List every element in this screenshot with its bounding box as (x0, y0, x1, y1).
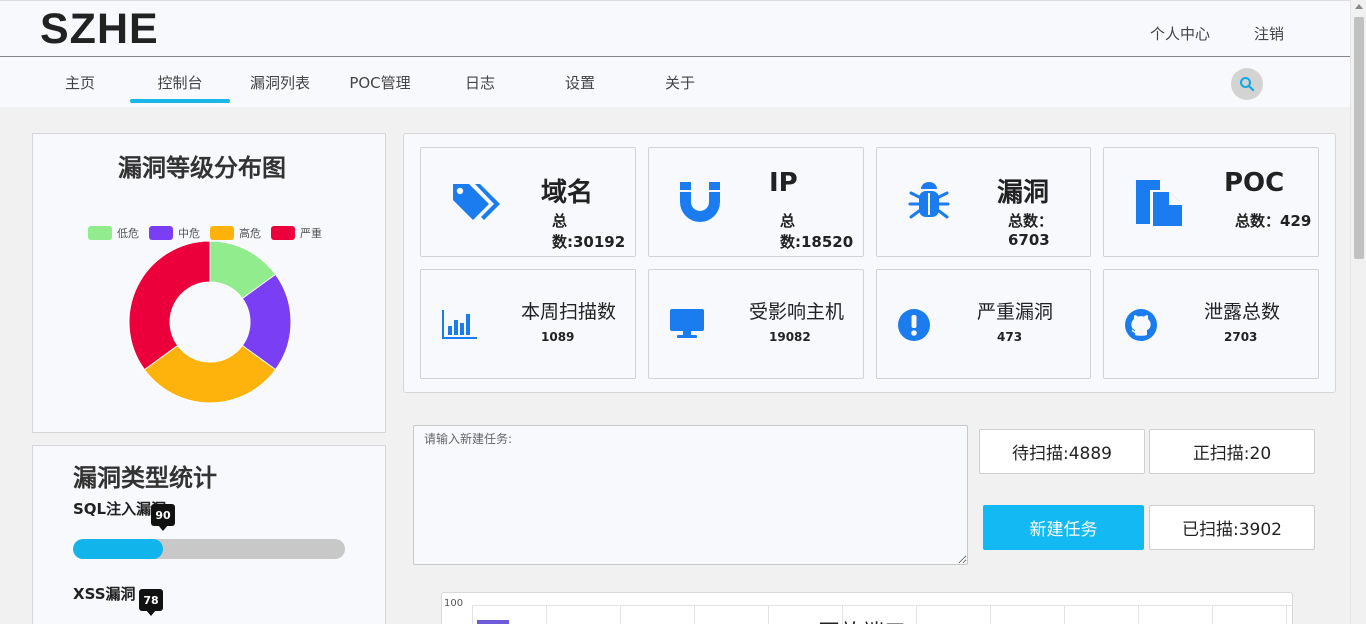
page-scrollbar[interactable] (1350, 0, 1366, 624)
port-chart-title: 开放端口 (818, 615, 906, 624)
vuln-type-bar-sql (73, 539, 345, 559)
nav-vuln-list[interactable]: 漏洞列表 (230, 72, 330, 93)
port-chart-gridline-v (546, 605, 547, 624)
search-icon (1240, 77, 1255, 92)
stat-card-critical-vulns[interactable]: 严重漏洞 473 (876, 269, 1091, 379)
stat-count-weekly-scans: 1089 (541, 330, 575, 344)
stat-title-domain: 域名 (541, 178, 594, 208)
top-header: SZHE 个人中心 注销 (0, 0, 1350, 57)
vuln-type-tooltip-sql: 90 (151, 504, 175, 531)
stat-count-poc: 总数：429 (1235, 212, 1312, 230)
port-chart-legend-swatch (477, 620, 509, 624)
stat-count-critical-vulns: 473 (997, 330, 1023, 344)
vuln-type-label-xss: XSS漏洞 (73, 585, 136, 603)
profile-link[interactable]: 个人中心 (1150, 23, 1210, 44)
new-task-input[interactable] (413, 425, 968, 565)
stat-count-domain: 总数:30192 (552, 212, 626, 251)
main-nav: 主页 控制台 漏洞列表 POC管理 日志 设置 关于 (0, 57, 1350, 107)
port-chart-gridline-v (1138, 605, 1139, 624)
severity-donut-chart (128, 240, 292, 404)
legend-item-high[interactable]: 高危 (210, 225, 261, 241)
stat-title-weekly-scans: 本周扫描数 (521, 301, 617, 323)
stat-title-vuln: 漏洞 (997, 178, 1050, 208)
stat-card-poc[interactable]: POC 总数：429 (1103, 147, 1319, 257)
port-chart-gridline (472, 605, 1292, 606)
vuln-type-panel-title: 漏洞类型统计 (73, 464, 217, 492)
logout-link[interactable]: 注销 (1254, 23, 1284, 44)
legend-item-low[interactable]: 低危 (88, 225, 139, 241)
port-chart-gridline-v (916, 605, 917, 624)
tags-icon (453, 184, 500, 220)
nav-about[interactable]: 关于 (630, 72, 730, 93)
nav-poc-manage[interactable]: POC管理 (330, 72, 430, 93)
port-chart-y-tick: 100 (444, 598, 464, 609)
stat-card-leaks[interactable]: 泄露总数 2703 (1103, 269, 1319, 379)
nav-logs[interactable]: 日志 (430, 72, 530, 93)
open-ports-chart: 100 开放端口 (441, 592, 1293, 624)
stat-title-affected-hosts: 受影响主机 (749, 301, 845, 323)
severity-legend: 低危 中危 高危 严重 (88, 225, 332, 241)
stat-card-ip[interactable]: IP 总数:18520 (648, 147, 864, 257)
vuln-type-bar-fill-sql (73, 539, 163, 559)
monitor-icon (670, 309, 704, 338)
search-button[interactable] (1231, 68, 1263, 100)
stat-title-ip: IP (769, 168, 798, 198)
bug-icon (908, 182, 950, 219)
stat-card-weekly-scans[interactable]: 本周扫描数 1089 (420, 269, 636, 379)
stat-count-affected-hosts: 19082 (769, 330, 811, 344)
bar-chart-icon (442, 310, 477, 339)
legend-item-medium[interactable]: 中危 (149, 225, 200, 241)
vuln-type-tooltip-xss: 78 (139, 589, 163, 616)
port-chart-gridline-v (620, 605, 621, 624)
stat-count-vuln: 总数：6703 (1008, 212, 1054, 249)
port-chart-gridline-v (1286, 605, 1287, 624)
severity-panel-title: 漏洞等级分布图 (118, 154, 286, 182)
exclamation-circle-icon (898, 309, 930, 341)
port-chart-gridline-v (768, 605, 769, 624)
stat-title-poc: POC (1224, 168, 1285, 198)
donut-slice-critical[interactable] (128, 240, 211, 371)
github-icon (1125, 309, 1157, 341)
nav-settings[interactable]: 设置 (530, 72, 630, 93)
pending-scan-count: 待扫描:4889 (979, 429, 1145, 474)
stat-card-affected-hosts[interactable]: 受影响主机 19082 (648, 269, 864, 379)
scroll-up-arrow-icon[interactable] (1355, 4, 1363, 9)
stat-count-ip: 总数:18520 (780, 212, 854, 251)
port-chart-gridline-v (694, 605, 695, 624)
stat-count-leaks: 2703 (1224, 330, 1258, 344)
nav-home[interactable]: 主页 (30, 72, 130, 93)
magnet-icon (680, 182, 720, 222)
app-logo: SZHE (40, 5, 159, 53)
copy-file-icon (1136, 180, 1182, 226)
nav-console[interactable]: 控制台 (130, 72, 230, 103)
port-chart-gridline-v (1064, 605, 1065, 624)
port-chart-gridline-v (990, 605, 991, 624)
port-chart-gridline-v (1212, 605, 1213, 624)
legend-item-critical[interactable]: 严重 (271, 225, 322, 241)
scanning-count: 正扫描:20 (1149, 429, 1315, 474)
new-task-button[interactable]: 新建任务 (983, 505, 1144, 550)
scanned-count: 已扫描:3902 (1149, 505, 1315, 550)
stat-title-critical-vulns: 严重漏洞 (977, 301, 1054, 323)
scroll-thumb[interactable] (1354, 17, 1364, 259)
stat-card-vuln[interactable]: 漏洞 总数：6703 (876, 147, 1091, 257)
stat-title-leaks: 泄露总数 (1204, 301, 1281, 323)
stat-card-domain[interactable]: 域名 总数:30192 (420, 147, 636, 257)
